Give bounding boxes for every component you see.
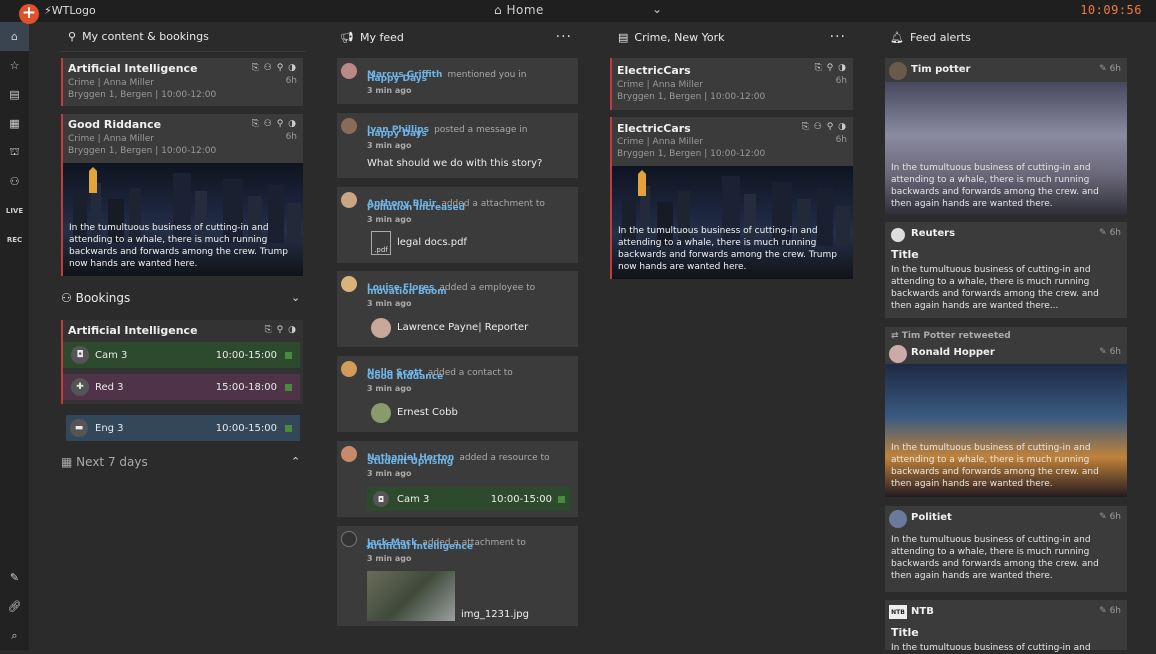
app-logo[interactable]: ⚡WTLogo: [44, 4, 96, 17]
content-card[interactable]: ElectricCars ⎘ ⚇ ⚲ ◑ 6h Crime | Anna Mil…: [610, 117, 853, 279]
alert-card[interactable]: Tim potter ✎ 6h In the tumultuous busine…: [885, 58, 1127, 215]
bookings-header[interactable]: ⚇ Bookings: [61, 291, 130, 305]
pin-icon: ✎: [1099, 64, 1107, 74]
bell-icon: 🔔︎: [890, 30, 904, 44]
avatar: [889, 345, 907, 363]
add-button[interactable]: +: [19, 4, 39, 24]
status-dot: [285, 383, 292, 391]
city-image: In the tumultuous business of cutting-in…: [612, 166, 853, 279]
alert-card[interactable]: Politiet ✎ 6h In the tumultuous business…: [885, 506, 1127, 592]
link-icon[interactable]: 🔗︎: [0, 592, 29, 621]
camera-icon: ◘: [71, 346, 89, 364]
feed-item[interactable]: Ivan Phillips posted a message in Happy …: [337, 113, 578, 178]
status-icons: ⎘ ⚇ ⚲ ◑: [251, 119, 297, 129]
sidebar-calendar-icon[interactable]: ▦: [0, 109, 29, 138]
sidebar-rec-icon[interactable]: REC: [0, 225, 29, 254]
ntb-badge: NTB: [889, 605, 907, 619]
avatar: [889, 62, 907, 80]
status-dot: [285, 351, 292, 359]
feed-item[interactable]: Marcus Griffith mentioned you in Happy D…: [337, 58, 578, 104]
avatar: [889, 510, 907, 528]
lightning-icon: ⚡: [44, 4, 52, 17]
car-icon: ▬: [70, 419, 88, 437]
more-icon[interactable]: ···: [830, 29, 846, 45]
avatar: [891, 228, 905, 242]
content-card[interactable]: ElectricCars ⎘ ⚲ ◑ 6h Crime | Anna Mille…: [610, 58, 853, 110]
booking-row[interactable]: ✚ Red 3 15:00-18:00: [63, 374, 300, 400]
pin-icon[interactable]: ✎: [0, 563, 29, 592]
content-card[interactable]: Good Riddance ⎘ ⚇ ⚲ ◑ 6h Crime | Anna Mi…: [61, 114, 303, 276]
megaphone-icon: 📢︎: [340, 30, 354, 44]
booking-row[interactable]: ◘ Cam 3 10:00-15:00: [63, 342, 300, 368]
status-icons: ⎘ ⚇ ⚲ ◑: [801, 122, 847, 132]
home-icon: ⌂: [494, 3, 503, 17]
status-icons: ⎘ ⚲ ◑: [814, 63, 847, 73]
search-icon[interactable]: ⌕: [0, 621, 29, 650]
chevron-down-icon[interactable]: ⌄: [291, 291, 300, 304]
camera-icon: ◘: [373, 491, 389, 507]
folder-icon: ▤: [618, 30, 629, 44]
sidebar-people-icon[interactable]: ⚇: [0, 167, 29, 196]
more-icon[interactable]: ···: [556, 29, 572, 45]
city-image: In the tumultuous business of cutting-in…: [63, 163, 303, 276]
pin-icon: ✎: [1099, 512, 1107, 522]
chevron-down-icon[interactable]: ⌄: [652, 2, 662, 16]
next-7-days-header[interactable]: ▦ Next 7 days: [61, 455, 148, 469]
sidebar: ⌂ ☆ ▤ ▦ ⛫ ⚇ LIVE REC ✎ 🔗︎ ⌕: [0, 22, 29, 650]
people-icon: ⚇: [61, 291, 72, 305]
clock: 10:09:56: [1080, 3, 1142, 17]
home-title[interactable]: ⌂ Home: [494, 3, 544, 17]
content-card[interactable]: Artificial Intelligence ⎘ ⚇ ⚲ ◑ 6h Crime…: [61, 58, 303, 106]
person-icon: ⚲: [68, 30, 77, 43]
status-icons: ⎘ ⚲ ◑: [264, 325, 297, 335]
feed-item[interactable]: Louise Flores added a employee to Inovat…: [337, 271, 578, 347]
alert-card[interactable]: ⇄ Tim Potter retweeted Ronald Hopper ✎ 6…: [885, 327, 1127, 497]
feed-item[interactable]: Jack Mack added a attachment to Artifici…: [337, 526, 578, 626]
pin-icon: ✎: [1099, 347, 1107, 357]
resource-row: ◘ Cam 3 10:00-15:00: [367, 487, 571, 511]
feed-item[interactable]: Nathaniel Horton added a resource to Stu…: [337, 441, 578, 517]
booking-row[interactable]: ▬ Eng 3 10:00-15:00: [66, 415, 300, 441]
sidebar-org-icon[interactable]: ⛫: [0, 138, 29, 167]
feed-item[interactable]: Anthony Blair added a attachment to Poll…: [337, 187, 578, 263]
sidebar-live-icon[interactable]: LIVE: [0, 196, 29, 225]
feed-item[interactable]: Nelle Scott added a contact to Good Ridd…: [337, 356, 578, 432]
equipment-icon: ✚: [71, 378, 89, 396]
retweet-icon: ⇄: [891, 331, 899, 341]
sidebar-home-icon[interactable]: ⌂: [0, 22, 29, 51]
pdf-file-icon: .pdf: [371, 231, 391, 255]
pin-icon: ✎: [1099, 606, 1107, 616]
calendar-icon: ▦: [61, 455, 73, 469]
column-title: My content & bookings: [82, 30, 209, 43]
fog-city-image: In the tumultuous business of cutting-in…: [885, 82, 1127, 215]
chevron-up-icon[interactable]: ⌃: [291, 455, 300, 468]
status-dot: [285, 424, 292, 432]
top-bar: ⚡WTLogo ⌂ Home ⌄ 10:09:56: [0, 0, 1156, 22]
sidebar-document-icon[interactable]: ▤: [0, 80, 29, 109]
alert-card[interactable]: NTB NTB ✎ 6h Title In the tumultuous bus…: [885, 600, 1127, 653]
pin-icon: ✎: [1099, 228, 1107, 238]
sidebar-star-icon[interactable]: ☆: [0, 51, 29, 80]
status-icons: ⎘ ⚇ ⚲ ◑: [251, 63, 297, 73]
attachment-thumbnail: [367, 571, 455, 621]
alert-card[interactable]: Reuters ✎ 6h Title In the tumultuous bus…: [885, 222, 1127, 318]
night-city-image: In the tumultuous business of cutting-in…: [885, 364, 1127, 497]
